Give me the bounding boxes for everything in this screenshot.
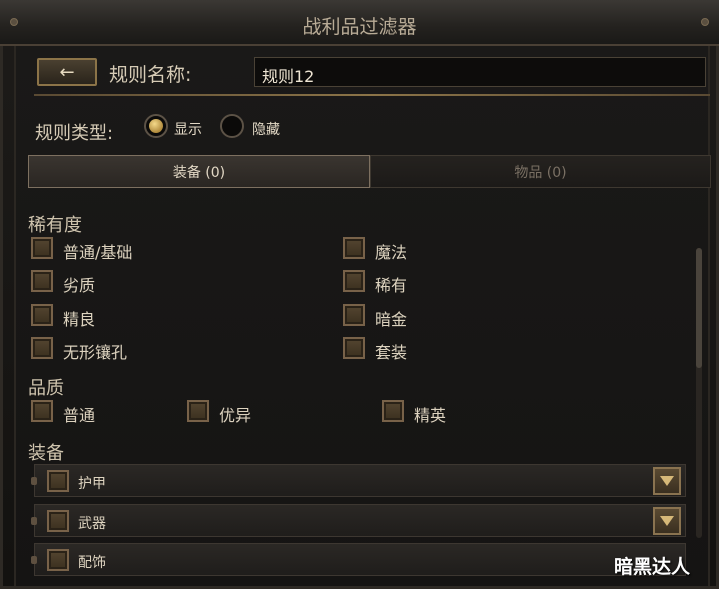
tab-items[interactable]: 物品 (0) — [370, 155, 711, 188]
row-handle-icon — [31, 477, 37, 485]
checkbox-label: 魔法 — [375, 243, 408, 262]
rule-type-label: 规则类型: — [35, 123, 114, 144]
checkbox-label: 精良 — [63, 310, 96, 329]
checkbox-quality-exceptional[interactable] — [187, 400, 209, 422]
divider — [34, 94, 710, 96]
scrollbar[interactable] — [696, 248, 702, 538]
checkbox-label: 套装 — [375, 343, 408, 362]
checkbox-weapon[interactable] — [47, 510, 69, 532]
checkbox-low-quality[interactable] — [31, 270, 53, 292]
checkbox-label: 稀有 — [375, 276, 408, 295]
row-handle-icon — [31, 556, 37, 564]
tab-items-label: 物品 (0) — [514, 164, 567, 181]
checkbox-label: 无形镶孔 — [63, 343, 128, 362]
equipment-row-armor[interactable]: 护甲 — [31, 464, 686, 497]
equipment-row-label: 护甲 — [78, 476, 106, 492]
expand-button[interactable] — [653, 507, 681, 535]
row-handle-icon — [31, 517, 37, 525]
equipment-row-accessory[interactable]: 配饰 — [31, 543, 686, 576]
tab-equipment[interactable]: 装备 (0) — [28, 155, 370, 188]
tab-equipment-label: 装备 (0) — [172, 164, 226, 181]
expand-button[interactable] — [653, 467, 681, 495]
checkbox-unique[interactable] — [343, 304, 365, 326]
equipment-row-label: 配饰 — [78, 555, 106, 571]
back-button[interactable]: ← — [37, 58, 97, 86]
quality-title: 品质 — [28, 378, 64, 399]
radio-show-label: 显示 — [174, 122, 202, 138]
checkbox-rare[interactable] — [343, 270, 365, 292]
checkbox-label: 普通 — [63, 406, 96, 425]
rule-name-label: 规则名称: — [109, 64, 192, 86]
triangle-down-icon — [660, 476, 674, 486]
checkbox-label: 精英 — [414, 406, 447, 425]
rarity-title: 稀有度 — [28, 215, 82, 236]
checkbox-accessory[interactable] — [47, 549, 69, 571]
checkbox-magic[interactable] — [343, 237, 365, 259]
scrollbar-thumb[interactable] — [696, 248, 702, 368]
checkbox-set[interactable] — [343, 337, 365, 359]
window-title: 战利品过滤器 — [302, 16, 417, 38]
checkbox-armor[interactable] — [47, 470, 69, 492]
checkbox-normal-base[interactable] — [31, 237, 53, 259]
rivet-icon — [701, 18, 709, 26]
checkbox-label: 暗金 — [375, 310, 408, 329]
checkbox-quality-elite[interactable] — [382, 400, 404, 422]
watermark: 暗黑达人 — [614, 556, 691, 578]
radio-hide-label: 隐藏 — [252, 122, 280, 138]
equipment-row-label: 武器 — [78, 516, 106, 532]
radio-hide[interactable] — [220, 114, 244, 138]
back-arrow-icon: ← — [59, 61, 75, 83]
checkbox-superior[interactable] — [31, 304, 53, 326]
equipment-row-weapon[interactable]: 武器 — [31, 504, 686, 537]
equipment-title: 装备 — [28, 443, 64, 464]
checkbox-label: 劣质 — [63, 276, 96, 295]
radio-show[interactable] — [144, 114, 168, 138]
checkbox-label: 普通/基础 — [63, 243, 133, 262]
rule-name-input[interactable]: 规则12 — [254, 57, 706, 87]
checkbox-label: 优异 — [219, 406, 252, 425]
triangle-down-icon — [660, 516, 674, 526]
title-bar: 战利品过滤器 — [0, 0, 719, 46]
checkbox-quality-normal[interactable] — [31, 400, 53, 422]
checkbox-ethereal-socketed[interactable] — [31, 337, 53, 359]
